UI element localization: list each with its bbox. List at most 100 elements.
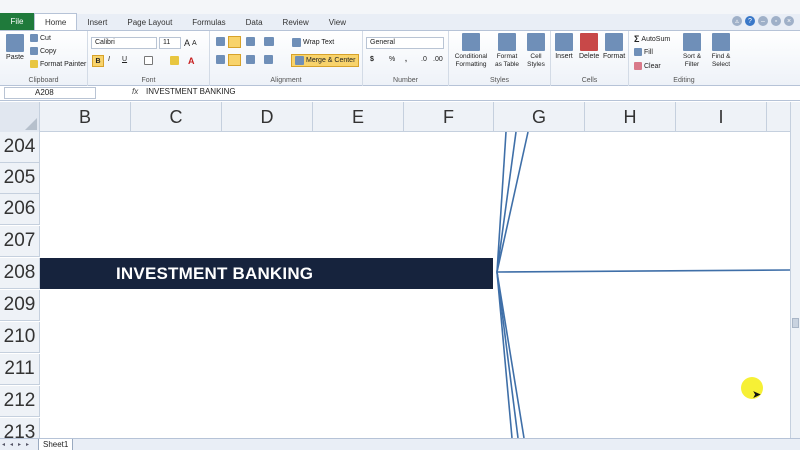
align-bottom-icon[interactable]	[246, 37, 255, 46]
name-box[interactable]: A208	[4, 87, 96, 99]
minimize-icon[interactable]: –	[758, 16, 768, 26]
prev-sheet-icon[interactable]: ◂	[10, 441, 16, 448]
orientation-icon[interactable]	[264, 37, 274, 46]
table-icon	[498, 33, 516, 51]
format-painter-button[interactable]: Format Painter	[30, 60, 86, 68]
sheet-tab[interactable]: Sheet1	[38, 439, 74, 450]
clipboard-label: Clipboard	[28, 77, 59, 84]
sheet-nav: ◂ ◂ ▸ ▸	[2, 441, 32, 448]
align-left-icon[interactable]	[216, 55, 225, 64]
vertical-scrollbar[interactable]	[790, 102, 800, 438]
font-size-select[interactable]: 11	[159, 37, 181, 49]
sheet-tab-bar: ◂ ◂ ▸ ▸ Sheet1	[0, 438, 800, 450]
number-label: Number	[393, 77, 418, 84]
sigma-icon: Σ	[634, 34, 640, 44]
font-group: Calibri 11 AA B I U A Font	[88, 31, 210, 86]
format-as-table-button[interactable]: Format as Table	[493, 33, 521, 69]
underline-button[interactable]: U	[122, 56, 127, 63]
sort-filter-icon	[683, 33, 701, 51]
alignment-group: Wrap Text Merge & Center Alignment	[210, 31, 363, 86]
grow-font-icon[interactable]: AA	[184, 38, 197, 48]
styles-group: Conditional Formatting Format as Table C…	[449, 31, 551, 86]
percent-button[interactable]: %	[389, 56, 395, 63]
first-sheet-icon[interactable]: ◂	[2, 441, 8, 448]
title-strip	[0, 0, 800, 14]
mouse-pointer-icon: ➤	[752, 389, 762, 401]
tab-insert[interactable]: Insert	[77, 14, 117, 30]
insert-cells-icon	[555, 33, 573, 51]
indent-icon[interactable]	[264, 55, 273, 64]
cells-label: Cells	[581, 77, 598, 84]
insert-button[interactable]: Insert	[555, 33, 573, 60]
excel-window: File Home Insert Page Layout Formulas Da…	[0, 0, 800, 450]
fx-icon[interactable]: fx	[132, 87, 138, 96]
fill-color-icon[interactable]	[170, 56, 179, 65]
autosum-button[interactable]: Σ AutoSum	[634, 34, 670, 44]
find-select-button[interactable]: Find & Select	[707, 33, 735, 69]
increase-decimal-icon[interactable]: .0	[421, 56, 427, 63]
merge-center-button[interactable]: Merge & Center	[291, 54, 360, 67]
wrap-text-icon	[292, 38, 301, 47]
ribbon-tabs: File Home Insert Page Layout Formulas Da…	[0, 13, 800, 31]
last-sheet-icon[interactable]: ▸	[26, 441, 32, 448]
font-name-select[interactable]: Calibri	[91, 37, 157, 49]
bold-button[interactable]: B	[92, 55, 104, 67]
cell-styles-icon	[527, 33, 545, 51]
scissors-icon	[30, 34, 38, 42]
brush-icon	[30, 60, 38, 68]
tab-file[interactable]: File	[0, 13, 34, 30]
tab-page-layout[interactable]: Page Layout	[117, 14, 182, 30]
sort-filter-button[interactable]: Sort & Filter	[679, 33, 705, 69]
scroll-thumb[interactable]	[792, 318, 799, 328]
tab-home[interactable]: Home	[34, 13, 78, 30]
next-sheet-icon[interactable]: ▸	[18, 441, 24, 448]
fill-button[interactable]: Fill	[634, 48, 653, 56]
merge-icon	[295, 56, 304, 65]
italic-button[interactable]: I	[108, 56, 110, 63]
wrap-text-button[interactable]: Wrap Text	[292, 38, 334, 47]
delete-button[interactable]: Delete	[579, 33, 599, 60]
eraser-icon	[634, 62, 642, 70]
copy-button[interactable]: Copy	[30, 47, 56, 55]
shape-lines[interactable]	[0, 102, 790, 438]
cell-styles-button[interactable]: Cell Styles	[523, 33, 549, 69]
paste-button[interactable]: Paste	[6, 34, 24, 61]
formula-bar: A208 fx INVESTMENT BANKING	[0, 86, 800, 101]
conditional-formatting-button[interactable]: Conditional Formatting	[452, 33, 490, 69]
number-format-select[interactable]: General	[366, 37, 444, 49]
tab-data[interactable]: Data	[236, 14, 273, 30]
align-top-icon[interactable]	[216, 37, 225, 46]
cells-group: Insert Delete Format Cells	[551, 31, 629, 86]
clear-button[interactable]: Clear	[634, 62, 661, 70]
border-icon[interactable]	[144, 56, 153, 65]
comma-button[interactable]: ,	[405, 56, 407, 63]
delete-cells-icon	[580, 33, 599, 51]
paste-icon	[6, 34, 24, 52]
alignment-label: Alignment	[270, 77, 302, 84]
tab-formulas[interactable]: Formulas	[182, 14, 235, 30]
cut-button[interactable]: Cut	[30, 34, 51, 42]
editing-group: Σ AutoSum Fill Clear Sort & Filter Find …	[629, 31, 739, 86]
align-center-icon[interactable]	[228, 54, 241, 66]
restore-icon[interactable]: ▫	[771, 16, 781, 26]
decrease-decimal-icon[interactable]: .00	[433, 56, 443, 63]
formula-input[interactable]: INVESTMENT BANKING	[146, 87, 786, 99]
format-button[interactable]: Format	[603, 33, 625, 60]
fill-down-icon	[634, 48, 642, 56]
minimize-ribbon-icon[interactable]: ▵	[732, 16, 742, 26]
ribbon-home: Paste Cut Copy Format Painter Clipboard …	[0, 31, 800, 86]
worksheet-grid[interactable]: B C D E F G H I 204 205 206 207 208 209 …	[0, 102, 790, 438]
close-icon[interactable]: ×	[784, 16, 794, 26]
tab-review[interactable]: Review	[273, 14, 319, 30]
connector-line	[496, 271, 519, 438]
editing-label: Editing	[673, 77, 695, 84]
align-middle-icon[interactable]	[228, 36, 241, 48]
copy-icon	[30, 47, 38, 55]
tab-view[interactable]: View	[319, 14, 356, 30]
number-group: General $ % , .0 .00 Number	[363, 31, 449, 86]
align-right-icon[interactable]	[246, 55, 255, 64]
conditional-formatting-icon	[462, 33, 480, 51]
font-color-icon[interactable]: A	[188, 56, 195, 66]
currency-button[interactable]: $	[370, 56, 374, 63]
help-icon[interactable]: ?	[745, 16, 755, 26]
